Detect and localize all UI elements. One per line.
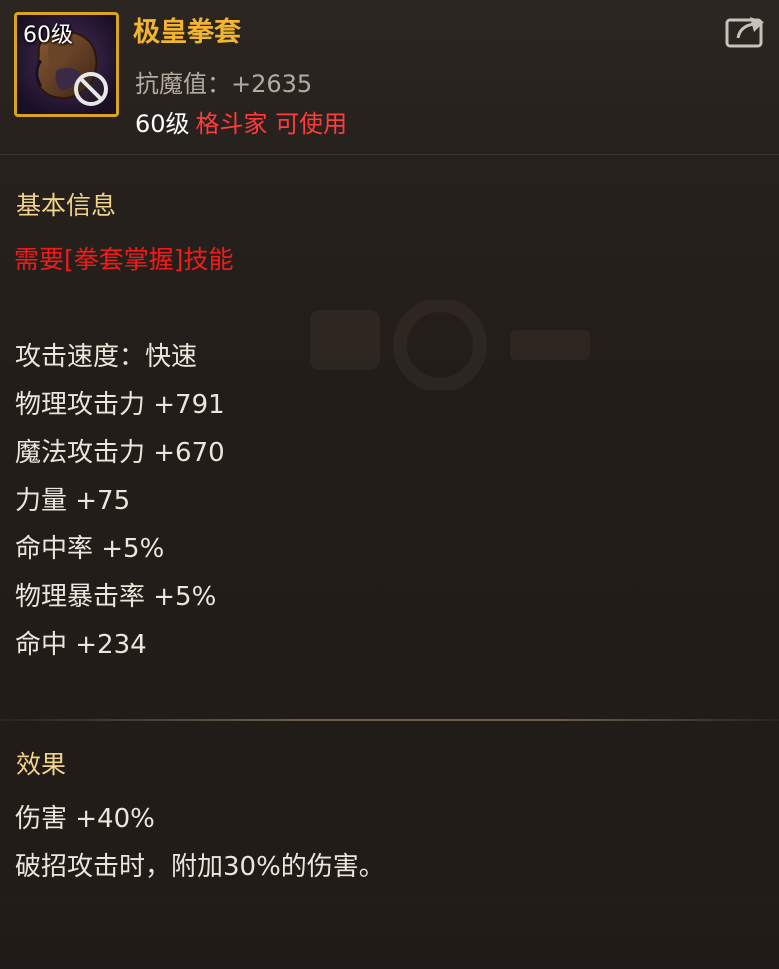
stat-physical-crit: 物理暴击率 +5% [15,582,217,612]
stat-hit-rate: 命中率 +5% [15,534,165,564]
background-watermark [310,300,590,390]
stat-accuracy: 命中 +234 [15,630,147,660]
stat-attack-speed: 攻击速度：快速 [15,342,198,372]
stat-magic-attack: 魔法攻击力 +670 [15,438,225,468]
forbidden-icon [74,72,108,106]
effect-title: 效果 [16,750,67,779]
item-icon-frame[interactable]: 60级 [14,12,119,117]
skill-requirement: 需要[拳套掌握]技能 [14,245,234,274]
bottom-band [0,895,779,969]
stat-strength: 力量 +75 [15,486,131,516]
section-divider [0,719,779,721]
share-icon [725,17,764,48]
effect-damage: 伤害 +40% [15,804,155,834]
effect-description: 破招攻击时，附加30%的伤害。 [15,852,385,882]
required-level: 60级 [135,110,190,138]
icon-level-label: 60级 [23,23,73,48]
stat-physical-attack: 物理攻击力 +791 [15,390,225,420]
item-tooltip: 60级 极皇拳套 抗魔值：+2635 60级 格斗家 可使用 基本信息 需要[拳套… [0,0,779,969]
requirement-line: 60级 格斗家 可使用 [135,104,347,139]
basic-info-title: 基本信息 [16,191,117,220]
item-header: 60级 极皇拳套 抗魔值：+2635 60级 格斗家 可使用 [0,0,779,155]
resist-value: 抗魔值：+2635 [135,70,313,98]
item-name: 极皇拳套 [133,17,241,48]
required-class: 格斗家 可使用 [195,110,348,138]
share-button[interactable] [724,12,770,50]
